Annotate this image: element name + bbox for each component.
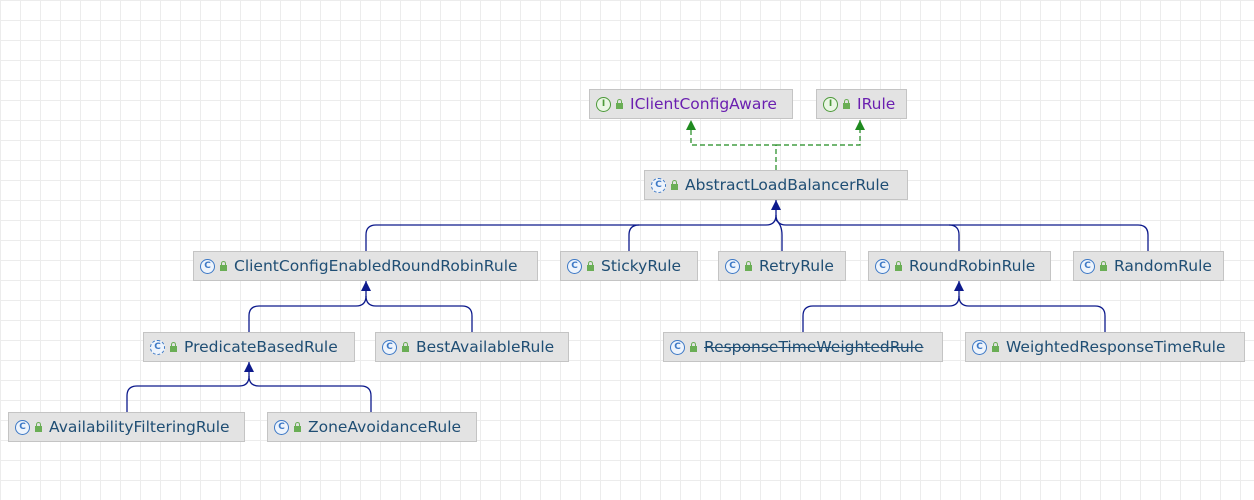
edge-randomrule-extends-abstractloadbalancerrule[interactable]: [949, 224, 1149, 251]
abstract-class-icon: C: [651, 177, 666, 193]
node-stickyrule[interactable]: C StickyRule: [560, 251, 698, 281]
node-clientconfigenabledroundrobinrule[interactable]: C ClientConfigEnabledRoundRobinRule: [193, 251, 538, 281]
node-retryrule[interactable]: C RetryRule: [718, 251, 846, 281]
edge-weightedresponsetimerule-extends-roundrobinrule[interactable]: [958, 295, 1106, 332]
abstract-class-icon: C: [150, 339, 165, 355]
node-label: WeightedResponseTimeRule: [1006, 338, 1226, 356]
node-responsetimeweightedrule[interactable]: C ResponseTimeWeightedRule: [663, 332, 943, 362]
class-icon: C: [567, 258, 582, 274]
public-access-icon: [35, 422, 42, 432]
class-icon: C: [725, 258, 740, 274]
node-label: AvailabilityFilteringRule: [49, 418, 230, 436]
public-access-icon: [992, 342, 999, 352]
class-icon: C: [382, 339, 397, 355]
interface-icon: I: [596, 96, 611, 112]
node-availabilityfilteringrule[interactable]: C AvailabilityFilteringRule: [8, 412, 245, 442]
public-access-icon: [616, 99, 623, 109]
edge-clientconfigenabledroundrobinrule-extends-abstractloadbalancerrule[interactable]: [365, 200, 781, 251]
node-weightedresponsetimerule[interactable]: C WeightedResponseTimeRule: [965, 332, 1245, 362]
node-roundrobinrule[interactable]: C RoundRobinRule: [868, 251, 1051, 281]
edge-abstractloadbalancerrule-implements-irule[interactable]: [776, 120, 865, 146]
class-icon: C: [15, 419, 30, 435]
edge-predicatebasedrule-extends-clientconfigenabledroundrobinrule[interactable]: [248, 281, 371, 332]
public-access-icon: [294, 422, 301, 432]
public-access-icon: [745, 261, 752, 271]
node-label: ClientConfigEnabledRoundRobinRule: [234, 257, 518, 275]
interface-icon: I: [823, 96, 838, 112]
edge-roundrobinrule-extends-abstractloadbalancerrule[interactable]: [775, 214, 960, 251]
node-label: IRule: [857, 95, 896, 113]
class-icon: C: [200, 258, 215, 274]
node-label: ZoneAvoidanceRule: [308, 418, 462, 436]
node-irule[interactable]: I IRule: [816, 89, 907, 119]
node-label: IClientConfigAware: [630, 95, 777, 113]
uml-diagram-canvas: I IClientConfigAware I IRule C AbstractL…: [0, 0, 1254, 500]
node-label: RandomRule: [1114, 257, 1212, 275]
node-iclientconfigaware[interactable]: I IClientConfigAware: [589, 89, 793, 119]
node-predicatebasedrule[interactable]: C PredicateBasedRule: [143, 332, 355, 362]
node-label: AbstractLoadBalancerRule: [685, 176, 890, 194]
node-label: PredicateBasedRule: [184, 338, 338, 356]
edge-availabilityfilteringrule-extends-predicatebasedrule[interactable]: [126, 362, 254, 412]
node-label: BestAvailableRule: [416, 338, 555, 356]
node-label: RoundRobinRule: [909, 257, 1036, 275]
public-access-icon: [402, 342, 409, 352]
public-access-icon: [843, 99, 850, 109]
edge-bestavailablerule-extends-clientconfigenabledroundrobinrule[interactable]: [365, 295, 473, 332]
node-randomrule[interactable]: C RandomRule: [1073, 251, 1224, 281]
public-access-icon: [895, 261, 902, 271]
public-access-icon: [170, 342, 177, 352]
public-access-icon: [587, 261, 594, 271]
node-label: ResponseTimeWeightedRule: [704, 338, 924, 356]
node-bestavailablerule[interactable]: C BestAvailableRule: [375, 332, 569, 362]
class-icon: C: [670, 339, 685, 355]
node-zoneavoidancerule[interactable]: C ZoneAvoidanceRule: [267, 412, 477, 442]
node-abstractloadbalancerrule[interactable]: C AbstractLoadBalancerRule: [644, 170, 908, 200]
public-access-icon: [220, 261, 227, 271]
node-label: StickyRule: [601, 257, 682, 275]
edge-stickyrule-extends-abstractloadbalancerrule[interactable]: [628, 224, 640, 251]
class-icon: C: [274, 419, 289, 435]
public-access-icon: [1100, 261, 1107, 271]
class-icon: C: [1080, 258, 1095, 274]
edge-abstractloadbalancerrule-implements-iclientconfigaware[interactable]: [686, 120, 777, 170]
public-access-icon: [690, 342, 697, 352]
node-label: RetryRule: [759, 257, 834, 275]
edge-responsetimeweightedrule-extends-roundrobinrule[interactable]: [802, 281, 964, 332]
public-access-icon: [671, 180, 678, 190]
class-icon: C: [875, 258, 890, 274]
class-icon: C: [972, 339, 987, 355]
edge-zoneavoidancerule-extends-predicatebasedrule[interactable]: [248, 375, 372, 412]
